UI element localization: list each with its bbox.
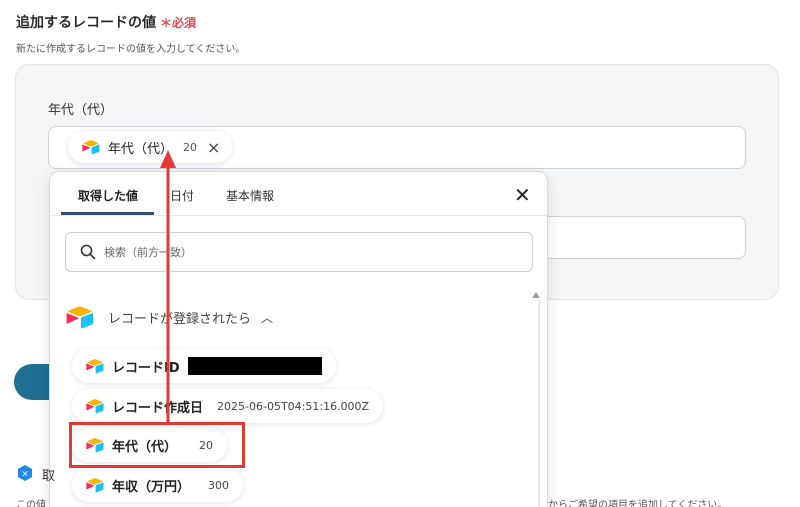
svg-text:×: × [21, 470, 29, 480]
footer-text-left: この値 [16, 500, 46, 507]
footer-text-right: からご希望の項目を追加してください。 [548, 500, 728, 507]
help-icon: × [18, 465, 32, 481]
help-heading: 取 [42, 469, 56, 484]
annotation-arrow [160, 150, 176, 422]
